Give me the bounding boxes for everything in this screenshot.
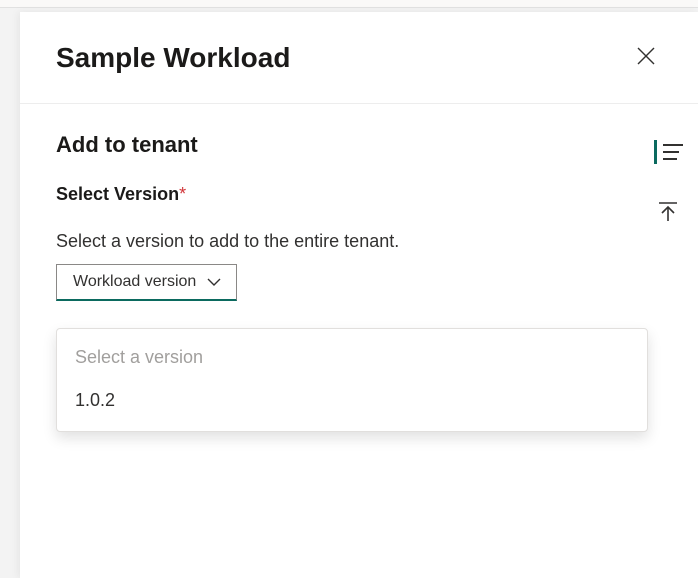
select-version-label: Select Version* — [56, 184, 662, 205]
list-icon — [654, 140, 683, 164]
panel-body: Add to tenant Select Version* Select a v… — [20, 104, 698, 301]
workload-version-dropdown[interactable]: Workload version — [56, 264, 237, 301]
close-icon — [636, 46, 656, 69]
sample-workload-panel: Sample Workload Add to tenant Select Ver… — [20, 12, 698, 578]
close-button[interactable] — [630, 40, 662, 75]
background-header — [0, 0, 698, 8]
field-description: Select a version to add to the entire te… — [56, 231, 662, 252]
panel-main: Sample Workload Add to tenant Select Ver… — [20, 12, 698, 578]
chevron-down-icon — [206, 274, 222, 290]
side-action-bar — [638, 136, 698, 231]
section-title: Add to tenant — [56, 132, 662, 158]
dropdown-placeholder: Select a version — [57, 337, 647, 378]
panel-header: Sample Workload — [20, 12, 698, 104]
field-label-text: Select Version — [56, 184, 179, 204]
arrow-up-to-line-icon — [656, 200, 680, 227]
scroll-top-button[interactable] — [652, 196, 684, 231]
contents-button[interactable] — [650, 136, 687, 168]
panel-title: Sample Workload — [56, 42, 290, 74]
version-dropdown-menu: Select a version 1.0.2 — [56, 328, 648, 432]
required-indicator: * — [179, 184, 186, 204]
dropdown-option-1-0-2[interactable]: 1.0.2 — [57, 378, 647, 423]
dropdown-trigger-label: Workload version — [73, 273, 196, 291]
